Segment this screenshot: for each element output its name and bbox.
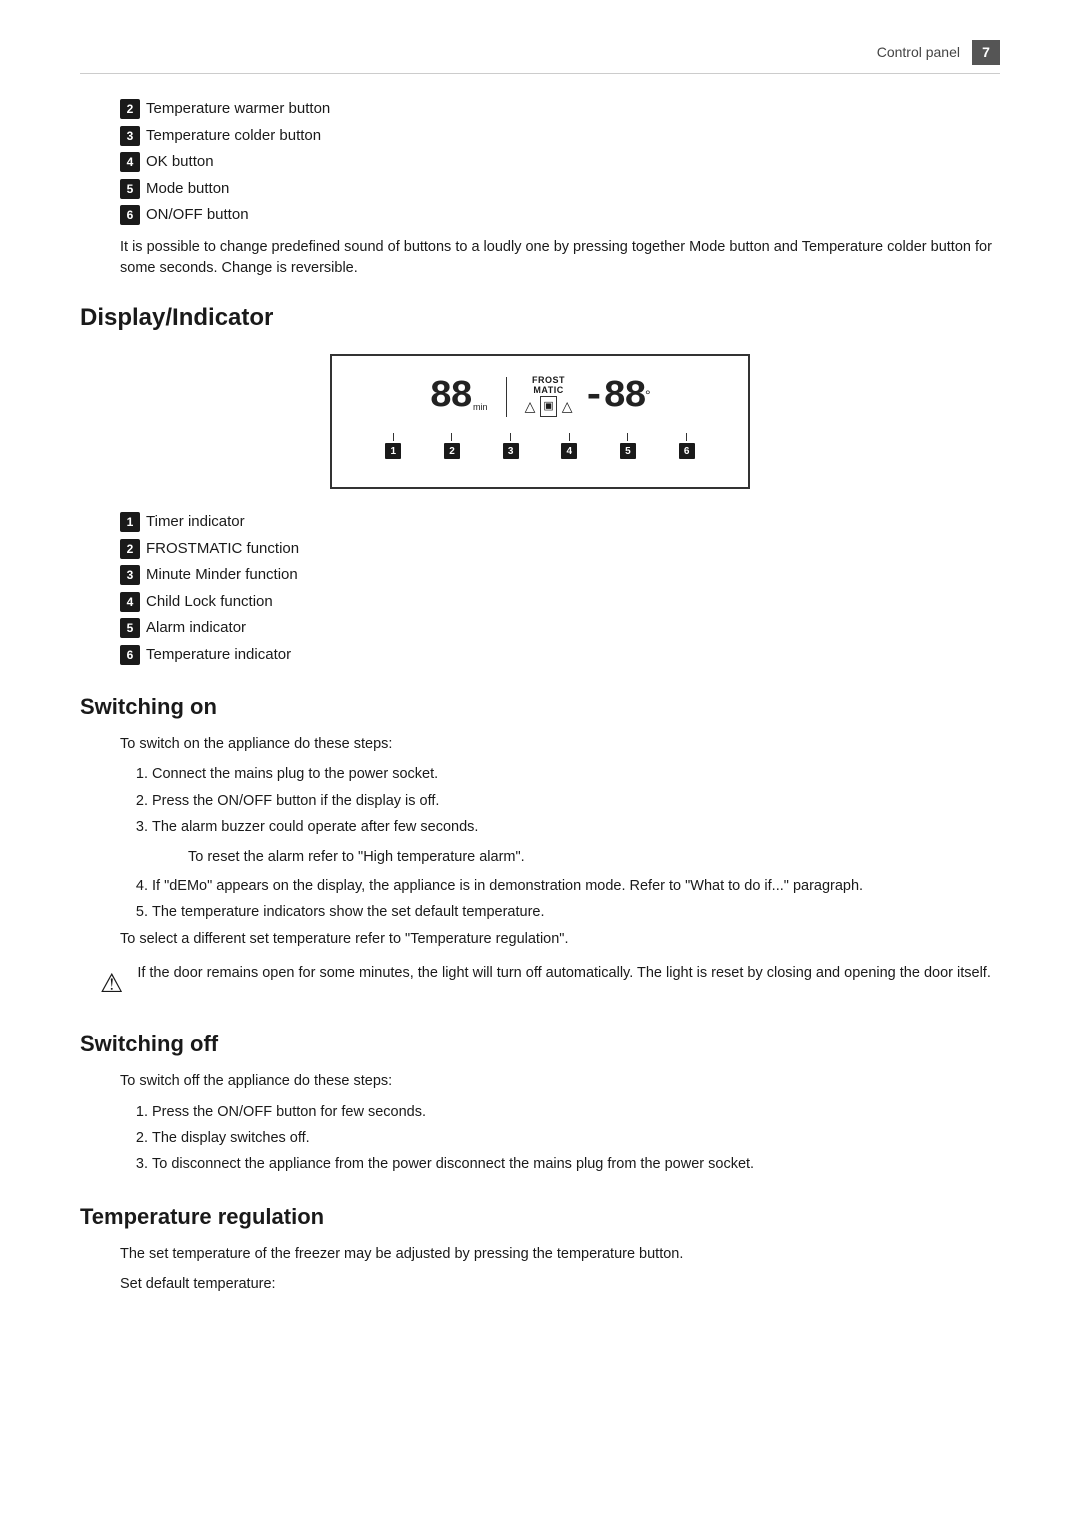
step-5: The temperature indicators show the set …: [152, 901, 1000, 923]
icons-row: △ ▣ △: [525, 396, 573, 417]
switching-on-steps: Connect the mains plug to the power sock…: [80, 763, 1000, 838]
left-seg-digits: 88: [429, 375, 471, 418]
warning-box: ⚠ If the door remains open for some minu…: [80, 962, 1000, 1003]
warning-icon: ⚠: [100, 964, 123, 1003]
switching-off-intro: To switch off the appliance do these ste…: [80, 1070, 1000, 1092]
item-text-2: Temperature warmer button: [146, 98, 330, 121]
divider-line: [506, 377, 507, 417]
page-header: Control panel 7: [80, 40, 1000, 74]
header-label: Control panel: [877, 42, 960, 63]
indicator-badge-6: 6: [120, 645, 140, 665]
intro-note: It is possible to change predefined soun…: [80, 237, 1000, 281]
marker-2: 2: [444, 433, 460, 459]
marker-1: 1: [385, 433, 401, 459]
indicator-list: 1 Timer indicator 2 FROSTMATIC function …: [120, 511, 1000, 666]
indicator-badge-4: 4: [120, 592, 140, 612]
list-item: 3 Temperature colder button: [80, 125, 1000, 148]
frost-matic-label: FROSTMATIC: [532, 376, 565, 396]
indicator-text-1: Timer indicator: [146, 511, 245, 534]
marker-num-4: 4: [561, 443, 577, 459]
temperature-regulation-title: Temperature regulation: [80, 1200, 1000, 1233]
indicator-item-2: 2 FROSTMATIC function: [120, 538, 1000, 561]
marker-3: 3: [503, 433, 519, 459]
button-items-list: 2 Temperature warmer button 3 Temperatur…: [80, 98, 1000, 227]
degree-symbol: °: [645, 387, 651, 403]
step-1: Connect the mains plug to the power sock…: [152, 763, 1000, 785]
temperature-regulation-text2: Set default temperature:: [80, 1273, 1000, 1295]
frost-matic-area: FROSTMATIC △ ▣ △: [525, 376, 573, 417]
marker-line: [393, 433, 394, 441]
display-diagram: 88min FROSTMATIC △ ▣ △ -88°: [330, 354, 750, 489]
numbered-markers: 1 2 3 4 5: [356, 433, 724, 459]
off-step-1: Press the ON/OFF button for few seconds.: [152, 1101, 1000, 1123]
marker-num-5: 5: [620, 443, 636, 459]
marker-5: 5: [620, 433, 636, 459]
marker-num-6: 6: [679, 443, 695, 459]
alarm-icon: △: [525, 396, 536, 417]
list-item: 2 Temperature warmer button: [80, 98, 1000, 121]
lock-icon: ▣: [540, 396, 556, 417]
marker-line: [627, 433, 628, 441]
indicator-badge-1: 1: [120, 512, 140, 532]
min-label: min: [473, 402, 488, 412]
minute-minder-icon: △: [562, 396, 573, 417]
display-diagram-wrapper: 88min FROSTMATIC △ ▣ △ -88°: [80, 354, 1000, 489]
badge-5: 5: [120, 179, 140, 199]
off-step-2: The display switches off.: [152, 1127, 1000, 1149]
indicator-text-3: Minute Minder function: [146, 564, 298, 587]
switching-on-step4-list: If "dEMo" appears on the display, the ap…: [80, 875, 1000, 924]
badge-4: 4: [120, 152, 140, 172]
indicator-item-5: 5 Alarm indicator: [120, 617, 1000, 640]
list-item: 4 OK button: [80, 151, 1000, 174]
marker-line: [686, 433, 687, 441]
step-3: The alarm buzzer could operate after few…: [152, 816, 1000, 838]
step5-note: To select a different set temperature re…: [80, 928, 1000, 950]
right-segment-display: -88°: [583, 368, 651, 425]
display-indicator-title: Display/Indicator: [80, 300, 1000, 336]
off-step-3: To disconnect the appliance from the pow…: [152, 1153, 1000, 1175]
badge-3: 3: [120, 126, 140, 146]
marker-num-2: 2: [444, 443, 460, 459]
step-2: Press the ON/OFF button if the display i…: [152, 790, 1000, 812]
display-inner: 88min FROSTMATIC △ ▣ △ -88°: [356, 368, 724, 425]
marker-4: 4: [561, 433, 577, 459]
warning-text: If the door remains open for some minute…: [137, 962, 991, 984]
item-text-4: OK button: [146, 151, 214, 174]
badge-6: 6: [120, 205, 140, 225]
left-segment-display: 88min: [429, 368, 487, 425]
right-seg-digits: -88: [583, 375, 645, 418]
indicator-item-3: 3 Minute Minder function: [120, 564, 1000, 587]
badge-2: 2: [120, 99, 140, 119]
switching-off-steps: Press the ON/OFF button for few seconds.…: [80, 1101, 1000, 1176]
marker-line: [510, 433, 511, 441]
indicator-badge-5: 5: [120, 618, 140, 638]
indicator-text-4: Child Lock function: [146, 591, 273, 614]
indicator-item-1: 1 Timer indicator: [120, 511, 1000, 534]
step3-note: To reset the alarm refer to "High temper…: [80, 847, 1000, 869]
indicator-badge-3: 3: [120, 565, 140, 585]
item-text-6: ON/OFF button: [146, 204, 249, 227]
marker-num-1: 1: [385, 443, 401, 459]
list-item: 6 ON/OFF button: [80, 204, 1000, 227]
marker-num-3: 3: [503, 443, 519, 459]
marker-line: [451, 433, 452, 441]
switching-off-title: Switching off: [80, 1027, 1000, 1060]
step-4: If "dEMo" appears on the display, the ap…: [152, 875, 1000, 897]
indicator-item-6: 6 Temperature indicator: [120, 644, 1000, 667]
marker-6: 6: [679, 433, 695, 459]
switching-on-intro: To switch on the appliance do these step…: [80, 733, 1000, 755]
temperature-regulation-text: The set temperature of the freezer may b…: [80, 1243, 1000, 1265]
indicator-text-6: Temperature indicator: [146, 644, 291, 667]
list-item: 5 Mode button: [80, 178, 1000, 201]
page-number: 7: [972, 40, 1000, 65]
indicator-item-4: 4 Child Lock function: [120, 591, 1000, 614]
item-text-5: Mode button: [146, 178, 229, 201]
switching-on-title: Switching on: [80, 690, 1000, 723]
item-text-3: Temperature colder button: [146, 125, 321, 148]
indicator-badge-2: 2: [120, 539, 140, 559]
indicator-text-5: Alarm indicator: [146, 617, 246, 640]
marker-line: [569, 433, 570, 441]
indicator-text-2: FROSTMATIC function: [146, 538, 299, 561]
